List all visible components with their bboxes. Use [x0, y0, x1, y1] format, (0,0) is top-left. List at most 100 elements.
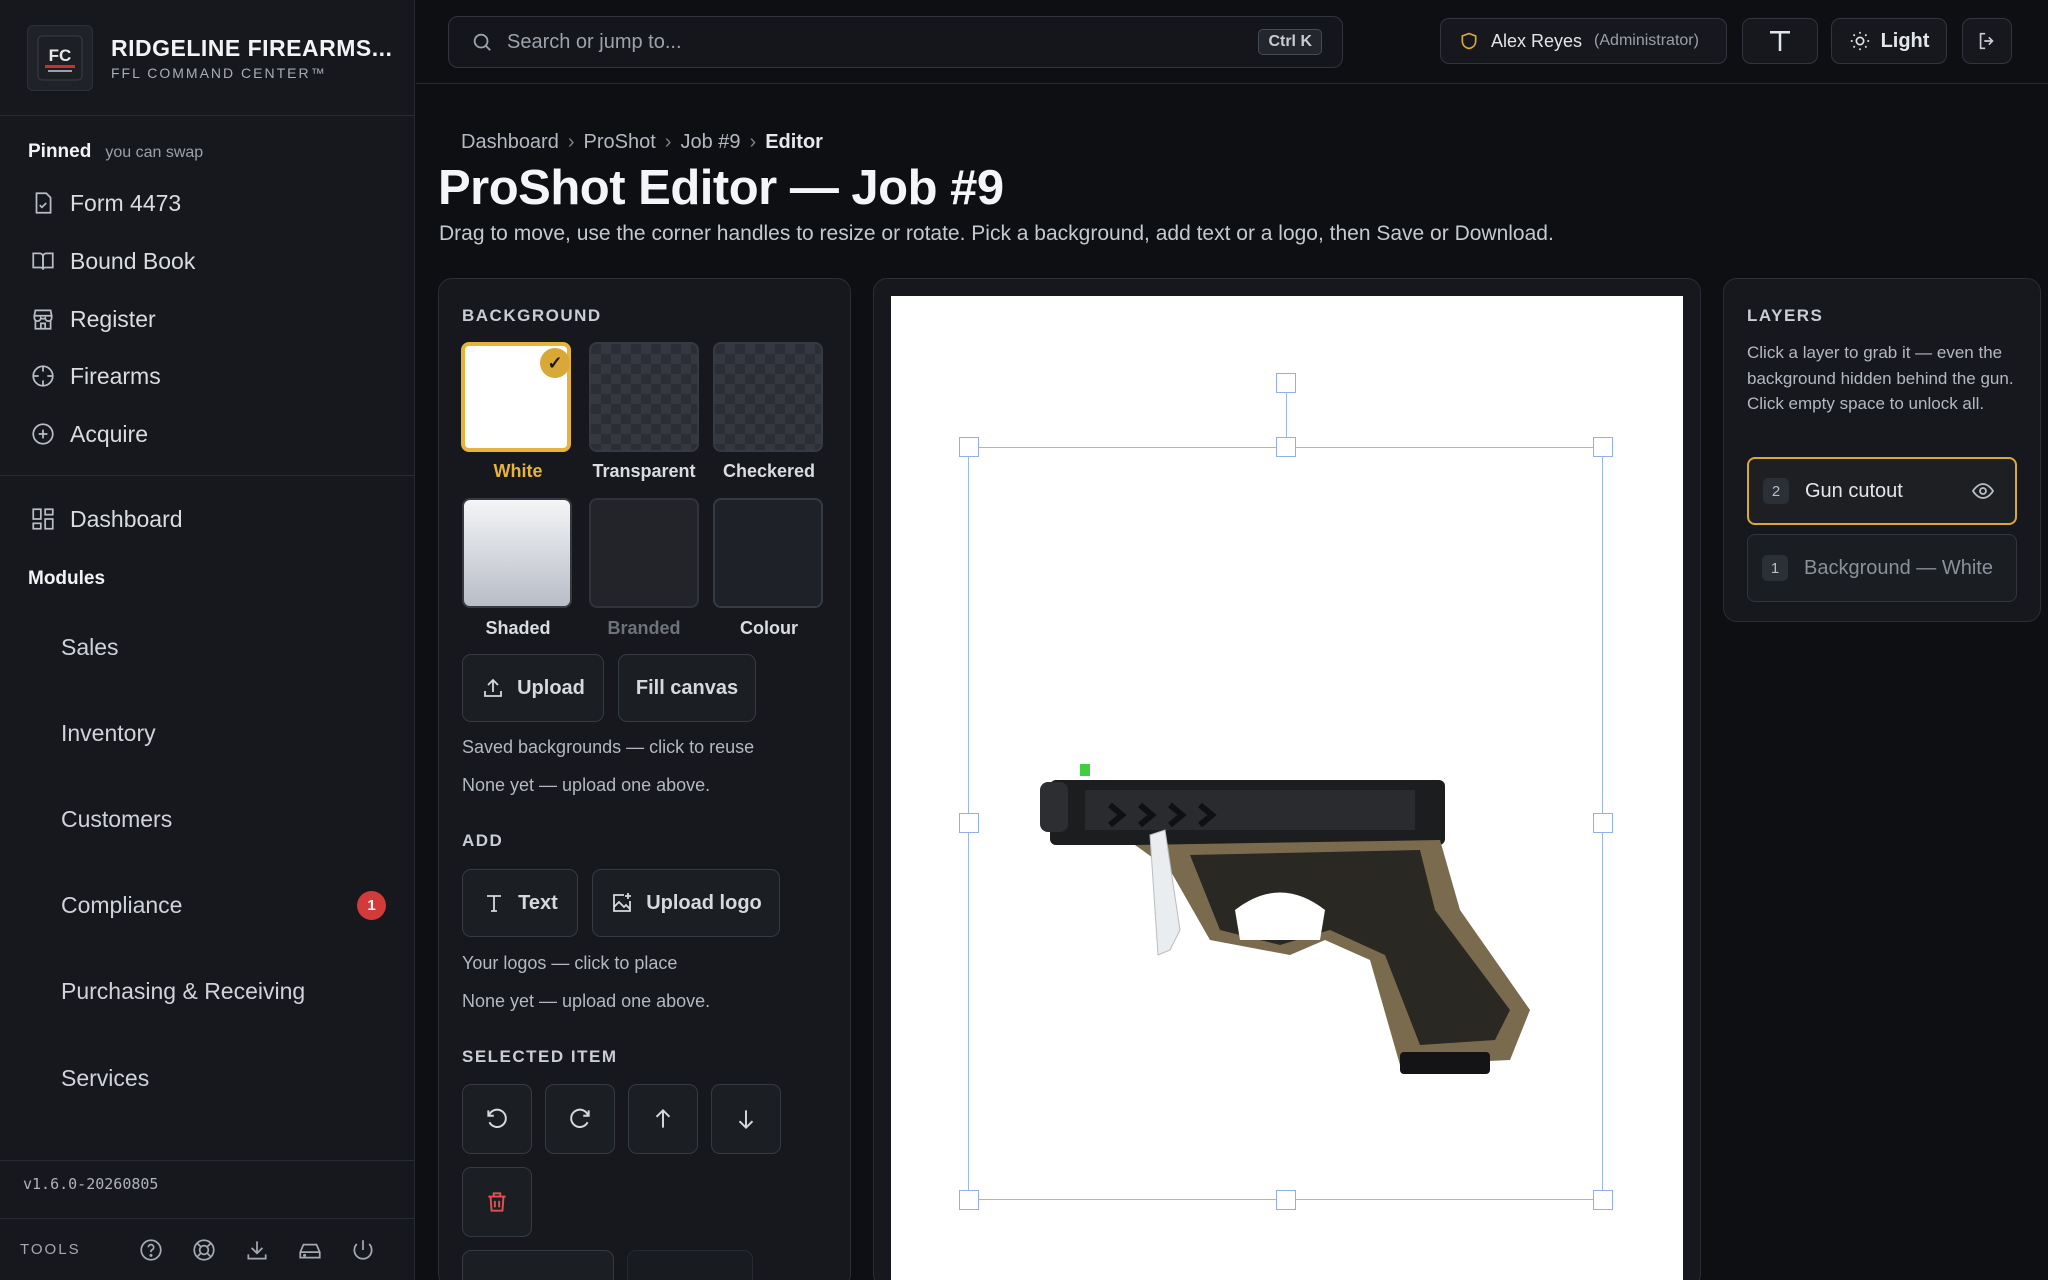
- fill-canvas-button[interactable]: Fill canvas: [618, 654, 756, 722]
- sidebar-item-bound-book[interactable]: Bound Book: [30, 241, 195, 281]
- text-size-button[interactable]: [1742, 18, 1818, 64]
- swatch-label-branded: Branded: [607, 618, 681, 638]
- search-icon: [473, 33, 491, 51]
- layer-item-background[interactable]: 1 Background — White: [1747, 534, 2017, 602]
- breadcrumb: Dashboard › ProShot › Job #9 › Editor: [461, 131, 823, 154]
- sidebar-item-label: Bound Book: [70, 247, 196, 274]
- modules-title: Modules: [28, 568, 106, 589]
- sidebar-item-inventory[interactable]: Inventory: [61, 713, 156, 753]
- breadcrumb-dashboard[interactable]: Dashboard: [461, 131, 559, 154]
- layer-name: Background — White: [1804, 556, 1993, 579]
- layer-item-gun-cutout[interactable]: 2 Gun cutout: [1747, 457, 2017, 525]
- lifebuoy-icon[interactable]: [191, 1237, 217, 1263]
- type-icon: [1770, 31, 1790, 51]
- search-placeholder: Search or jump to...: [507, 30, 682, 53]
- swatch-label-colour: Colour: [740, 618, 798, 638]
- sidebar-item-register[interactable]: Register: [30, 299, 156, 339]
- selection-box[interactable]: [968, 447, 1603, 1200]
- sidebar: FC RIDGELINE FIREARMS... FFL COMMAND CEN…: [0, 0, 415, 1280]
- compliance-badge: 1: [357, 891, 386, 920]
- bring-forward-button[interactable]: [628, 1084, 698, 1154]
- logout-button[interactable]: [1962, 18, 2012, 64]
- sun-icon: [1850, 31, 1869, 51]
- rotate-cw-icon: [570, 1108, 590, 1128]
- store-icon: [33, 309, 53, 330]
- storage-icon[interactable]: [297, 1237, 323, 1263]
- page-description: Drag to move, use the corner handles to …: [439, 222, 1554, 245]
- resize-handle-bottom[interactable]: [1276, 1190, 1296, 1210]
- selected-item-title: SELECTED ITEM: [462, 1047, 618, 1066]
- sidebar-item-sales[interactable]: Sales: [61, 627, 119, 667]
- shadow-toggle-button[interactable]: [462, 1250, 614, 1280]
- sidebar-footer-divider: [0, 1160, 415, 1161]
- sidebar-item-form-4473[interactable]: Form 4473: [30, 183, 181, 223]
- saved-backgrounds-empty: None yet — upload one above.: [462, 775, 711, 795]
- sidebar-item-label: Firearms: [70, 362, 161, 389]
- sidebar-item-purchasing[interactable]: Purchasing & Receiving: [61, 971, 305, 1011]
- resize-handle-top-right[interactable]: [1593, 437, 1613, 457]
- rotate-right-button[interactable]: [545, 1084, 615, 1154]
- background-section-title: BACKGROUND: [462, 306, 602, 325]
- breadcrumb-separator: ›: [567, 131, 575, 153]
- theme-label: Light: [1880, 29, 1930, 52]
- rotate-handle[interactable]: [1276, 373, 1296, 393]
- resize-handle-right[interactable]: [1593, 813, 1613, 833]
- resize-handle-bottom-left[interactable]: [959, 1190, 979, 1210]
- sidebar-item-customers[interactable]: Customers: [61, 799, 172, 839]
- rotate-ccw-icon: [487, 1108, 507, 1128]
- resize-handle-bottom-right[interactable]: [1593, 1190, 1613, 1210]
- delete-item-button[interactable]: [462, 1167, 532, 1237]
- swatch-colour[interactable]: [713, 498, 823, 608]
- logos-title: Your logos — click to place: [462, 953, 678, 973]
- help-icon[interactable]: [138, 1237, 164, 1263]
- pinned-header: Pinned you can swap: [28, 141, 203, 163]
- logout-icon: [1979, 32, 1994, 50]
- crosshair-icon: [32, 365, 54, 387]
- search-shortcut: Ctrl K: [1258, 29, 1322, 55]
- plus-circle-icon: [32, 423, 54, 445]
- brand-header[interactable]: FC RIDGELINE FIREARMS... FFL COMMAND CEN…: [0, 0, 414, 116]
- sidebar-item-label: Dashboard: [70, 505, 183, 532]
- user-chip[interactable]: Alex Reyes (Administrator): [1440, 18, 1727, 64]
- resize-handle-top[interactable]: [1276, 437, 1296, 457]
- upload-logo-button[interactable]: Upload logo: [592, 869, 780, 937]
- saved-backgrounds-title: Saved backgrounds — click to reuse: [462, 737, 755, 757]
- arrow-down-icon: [738, 1110, 754, 1130]
- form-check-icon: [35, 192, 52, 214]
- type-icon: [487, 895, 502, 912]
- sidebar-item-dashboard[interactable]: Dashboard: [30, 499, 183, 539]
- sidebar-item-acquire[interactable]: Acquire: [30, 414, 148, 454]
- swatch-label-white: White: [493, 461, 543, 481]
- rotate-left-button[interactable]: [462, 1084, 532, 1154]
- breadcrumb-job[interactable]: Job #9: [680, 131, 740, 154]
- tools-bar: TOOLS: [0, 1218, 415, 1280]
- sidebar-item-compliance[interactable]: Compliance: [61, 885, 182, 925]
- resize-handle-left[interactable]: [959, 813, 979, 833]
- sidebar-item-firearms[interactable]: Firearms: [30, 356, 161, 396]
- swatch-transparent[interactable]: [589, 342, 699, 452]
- add-text-label: Text: [518, 891, 558, 914]
- upload-label: Upload: [517, 676, 585, 699]
- add-text-button[interactable]: Text: [462, 869, 578, 937]
- upload-background-button[interactable]: Upload: [462, 654, 604, 722]
- user-name: Alex Reyes: [1491, 30, 1583, 51]
- download-icon[interactable]: [244, 1237, 270, 1263]
- power-icon[interactable]: [350, 1237, 376, 1263]
- resize-handle-top-left[interactable]: [959, 437, 979, 457]
- layers-title: LAYERS: [1747, 306, 1824, 325]
- layer-number: 1: [1762, 555, 1788, 581]
- trash-icon: [488, 1192, 506, 1212]
- eye-icon[interactable]: [1971, 479, 1995, 503]
- breadcrumb-proshot[interactable]: ProShot: [584, 131, 656, 154]
- sidebar-item-label: Acquire: [70, 420, 148, 447]
- arrow-up-icon: [655, 1108, 671, 1128]
- search-input[interactable]: Search or jump to... Ctrl K: [448, 16, 1343, 68]
- sidebar-item-label: Register: [70, 305, 156, 332]
- send-backward-button[interactable]: [711, 1084, 781, 1154]
- swatch-shaded[interactable]: [462, 498, 572, 608]
- swatch-checkered[interactable]: [713, 342, 823, 452]
- theme-toggle-button[interactable]: Light: [1831, 18, 1947, 64]
- sidebar-item-services[interactable]: Services: [61, 1058, 149, 1098]
- logos-empty: None yet — upload one above.: [462, 991, 711, 1011]
- swatch-branded: [589, 498, 699, 608]
